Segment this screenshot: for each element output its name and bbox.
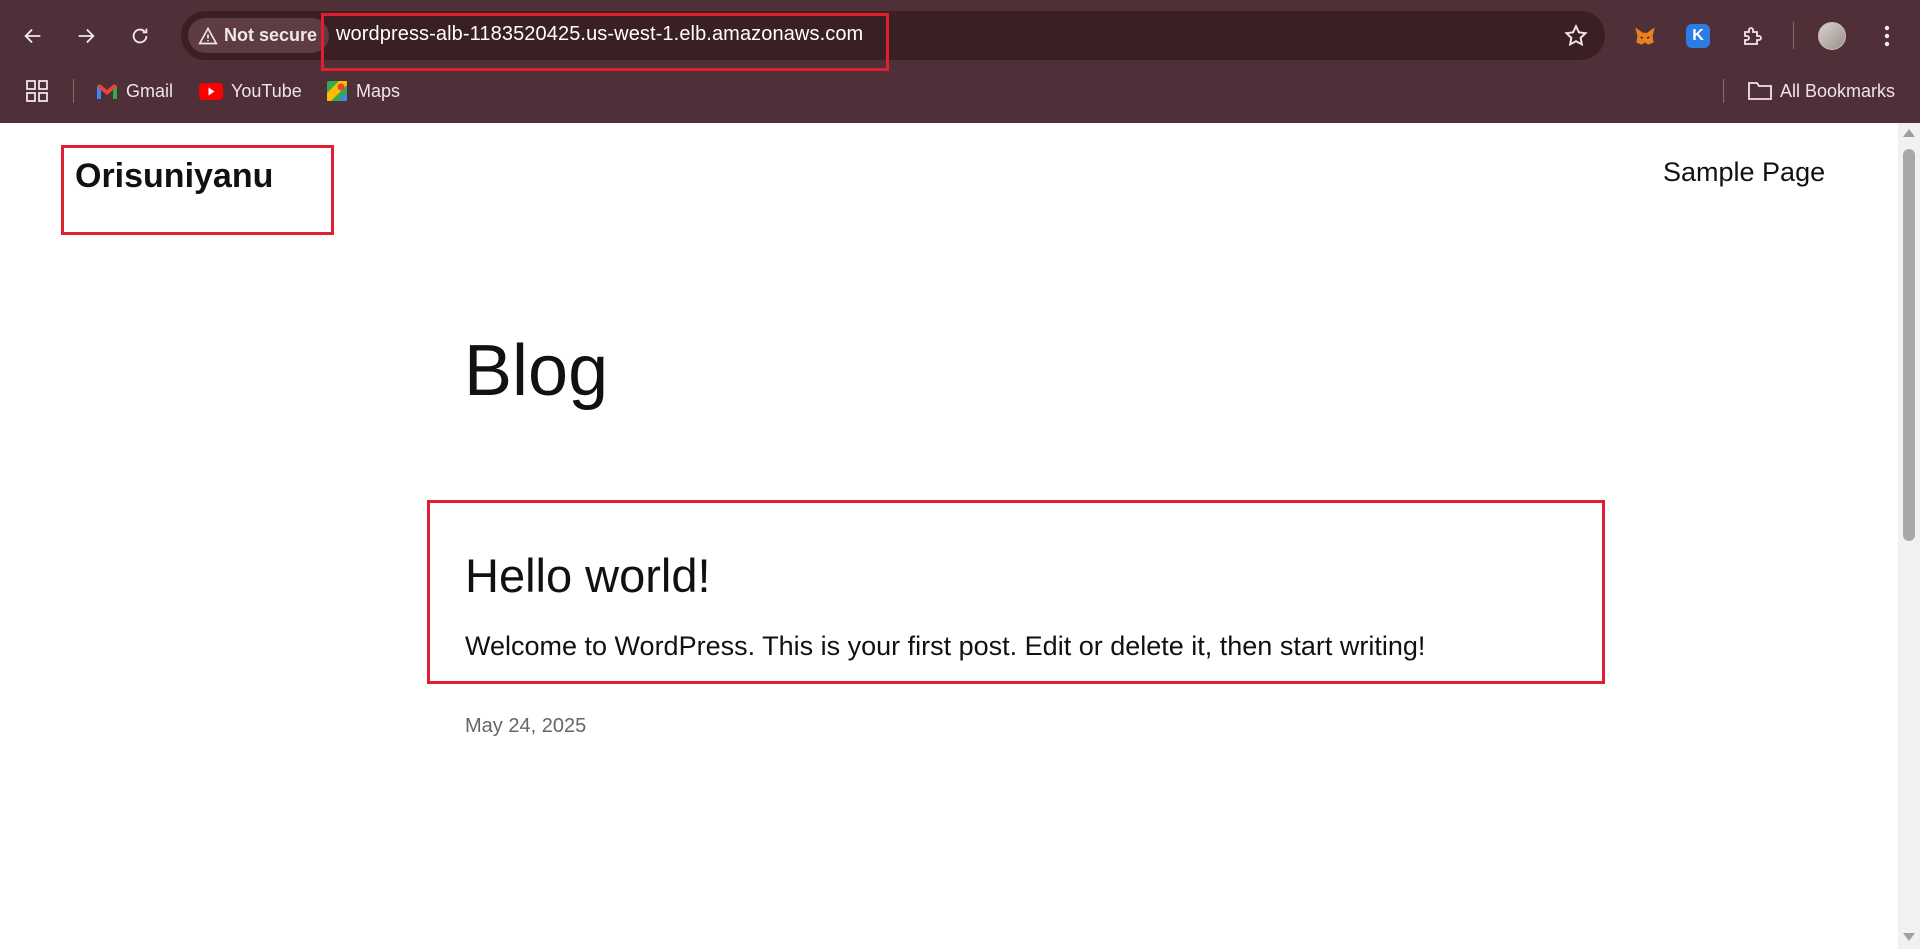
scroll-thumb[interactable] — [1903, 149, 1915, 541]
security-indicator[interactable]: Not secure — [188, 18, 330, 53]
arrow-left-icon — [24, 28, 41, 44]
all-bookmarks-label: All Bookmarks — [1780, 80, 1896, 101]
scroll-up-arrow-icon[interactable] — [1903, 129, 1915, 137]
apps-grid-icon — [26, 80, 48, 102]
forward-button[interactable] — [67, 17, 105, 55]
k-extension-icon[interactable]: K — [1679, 17, 1717, 55]
bookmark-label: Maps — [356, 80, 401, 101]
url-highlight-box — [321, 13, 889, 71]
scroll-down-arrow-icon[interactable] — [1903, 933, 1915, 941]
nav-link-sample-page[interactable]: Sample Page — [1663, 157, 1825, 188]
youtube-icon — [199, 82, 223, 100]
arrow-right-icon — [78, 28, 95, 44]
browser-menu-button[interactable] — [1868, 17, 1906, 55]
vertical-scrollbar[interactable] — [1898, 123, 1920, 949]
avatar — [1818, 22, 1846, 50]
browser-toolbar: Not secure wordpress-alb-1183520425.us-w… — [0, 0, 1920, 123]
extensions-puzzle-icon[interactable] — [1734, 17, 1772, 55]
security-label: Not secure — [224, 25, 318, 45]
back-button[interactable] — [14, 17, 52, 55]
post-date[interactable]: May 24, 2025 — [465, 715, 586, 738]
bookmark-maps[interactable]: Maps — [326, 77, 400, 105]
bookmark-star-icon[interactable] — [1563, 23, 1589, 49]
bookmark-label: Gmail — [126, 80, 174, 101]
all-bookmarks-button[interactable]: All Bookmarks — [1748, 77, 1895, 105]
folder-icon — [1748, 82, 1772, 100]
apps-grid-button[interactable] — [26, 77, 48, 105]
title-highlight-box — [61, 145, 334, 235]
page-title: Blog — [464, 331, 609, 411]
kebab-menu-icon — [1884, 25, 1890, 47]
bookmarks-divider — [73, 79, 74, 103]
bookmarks-bar: Gmail YouTube Maps All Bookmarks — [0, 73, 1920, 109]
gmail-icon — [97, 83, 117, 99]
reload-icon — [132, 28, 148, 44]
post-highlight-box — [427, 500, 1605, 684]
maps-icon — [327, 81, 347, 101]
bookmark-gmail[interactable]: Gmail — [96, 77, 173, 105]
bookmark-label: YouTube — [231, 80, 302, 101]
bookmark-youtube[interactable]: YouTube — [199, 77, 302, 105]
bookmarks-divider — [1723, 79, 1724, 103]
warning-icon — [198, 26, 218, 44]
webpage-viewport: Orisuniyanu Sample Page Blog Hello world… — [0, 123, 1898, 949]
toolbar-divider — [1793, 22, 1794, 49]
reload-button[interactable] — [121, 17, 159, 55]
metamask-fox-icon[interactable] — [1626, 17, 1664, 55]
profile-avatar[interactable] — [1813, 17, 1851, 55]
